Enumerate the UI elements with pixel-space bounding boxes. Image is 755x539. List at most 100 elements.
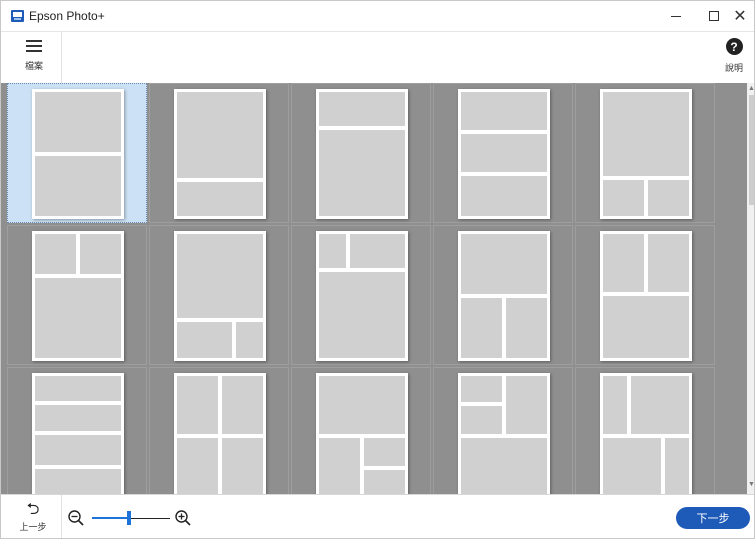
photo-slot (603, 92, 689, 176)
photo-slot (319, 438, 360, 494)
photo-slot (665, 438, 689, 494)
layout-2-horizontal (32, 89, 124, 219)
epson-app-icon (11, 10, 24, 22)
photo-slot (222, 438, 263, 494)
vertical-scrollbar[interactable]: ▲ ▼ (747, 83, 754, 494)
photo-slot (35, 234, 76, 274)
photo-slot (319, 272, 405, 358)
help-icon: ? (725, 38, 743, 55)
photo-slot (319, 130, 405, 216)
layout-narrow-left-grid (600, 373, 692, 494)
photo-slot (177, 322, 232, 358)
scroll-up-icon[interactable]: ▲ (747, 85, 754, 93)
back-arrow-icon: ⮌ (26, 501, 40, 518)
file-menu-button[interactable]: 檔案 (7, 32, 61, 84)
zoom-in-icon[interactable] (174, 509, 192, 527)
layout-option[interactable] (7, 367, 147, 494)
photo-slot (222, 376, 263, 434)
zoom-slider-handle[interactable] (127, 511, 131, 525)
next-button[interactable]: 下一步 (676, 507, 750, 529)
photo-slot (35, 278, 121, 358)
back-label: 上一步 (19, 522, 47, 532)
photo-slot (603, 234, 644, 292)
layout-option[interactable] (575, 367, 715, 494)
window-title: Epson Photo+ (29, 9, 105, 23)
layout-big-top-small-bottom (174, 89, 266, 219)
layout-option[interactable] (149, 83, 289, 223)
close-icon: ✕ (733, 8, 747, 25)
layout-2-top-big-bottom (32, 231, 124, 361)
photo-slot (35, 469, 121, 494)
layout-option[interactable] (575, 225, 715, 365)
layout-big-top-2-bottom (600, 89, 692, 219)
photo-slot (603, 438, 661, 494)
photo-slot (35, 435, 121, 465)
photo-slot (177, 234, 263, 318)
photo-slot (364, 470, 405, 494)
layout-option[interactable] (149, 367, 289, 494)
zoom-out-icon[interactable] (67, 509, 85, 527)
photo-slot (80, 234, 121, 274)
minimize-icon (671, 15, 681, 17)
photo-slot (461, 134, 547, 172)
back-button[interactable]: ⮌ 上一步 (9, 497, 57, 538)
zoom-slider-fill (92, 517, 129, 519)
photo-slot (461, 298, 502, 358)
photo-slot (461, 438, 547, 494)
layout-4-horizontal (32, 373, 124, 494)
layout-option[interactable] (433, 83, 573, 223)
photo-slot (35, 405, 121, 431)
layout-option[interactable] (291, 83, 431, 223)
layout-option[interactable] (149, 225, 289, 365)
layout-2-stack-left-big-right (458, 373, 550, 494)
photo-slot (506, 376, 547, 434)
layout-big-top-3-bottom (316, 373, 408, 494)
hamburger-menu-icon (26, 40, 42, 53)
photo-slot (506, 298, 547, 358)
layout-option[interactable] (7, 83, 147, 223)
photo-slot (319, 376, 405, 434)
photo-slot (350, 234, 405, 268)
photo-slot (35, 92, 121, 152)
photo-slot (177, 376, 218, 434)
photo-slot (603, 180, 644, 216)
bottom-bar: ⮌ 上一步 下一步 (1, 494, 754, 538)
photo-slot (236, 322, 263, 358)
scroll-down-icon[interactable]: ▼ (747, 481, 754, 489)
layout-option[interactable] (291, 367, 431, 494)
layout-top-wide-2-bottom (458, 231, 550, 361)
bottom-divider (61, 495, 62, 538)
toolbar-divider (61, 32, 62, 84)
layout-grid-panel: ▲ ▼ (1, 83, 754, 494)
photo-slot (319, 92, 405, 126)
photo-slot (319, 234, 346, 268)
layout-big-top-2-bottom-uneven (174, 231, 266, 361)
layout-option[interactable] (433, 367, 573, 494)
photo-slot (461, 234, 547, 294)
close-button[interactable]: ✕ (717, 1, 754, 31)
layout-2-top-uneven-big-bottom (316, 231, 408, 361)
photo-slot (603, 376, 627, 434)
layout-small-top-big-bottom (316, 89, 408, 219)
layout-option[interactable] (291, 225, 431, 365)
layout-2-top-wide-bottom (600, 231, 692, 361)
photo-slot (648, 234, 689, 292)
file-menu-label: 檔案 (24, 61, 43, 71)
layout-option[interactable] (7, 225, 147, 365)
scroll-thumb[interactable] (749, 95, 754, 205)
photo-slot (631, 376, 689, 434)
photo-slot (461, 376, 502, 402)
toolbar: 檔案 ? 說明 (1, 31, 754, 84)
help-button[interactable]: ? 說明 (707, 32, 754, 84)
photo-slot (364, 438, 405, 466)
layout-2x2 (174, 373, 266, 494)
photo-slot (461, 92, 547, 130)
photo-slot (177, 182, 263, 216)
grid-gutter (717, 83, 747, 494)
photo-slot (177, 438, 218, 494)
layout-grid (7, 83, 717, 494)
layout-option[interactable] (575, 83, 715, 223)
title-bar: Epson Photo+ ✕ (1, 1, 754, 31)
photo-slot (603, 296, 689, 358)
layout-option[interactable] (433, 225, 573, 365)
